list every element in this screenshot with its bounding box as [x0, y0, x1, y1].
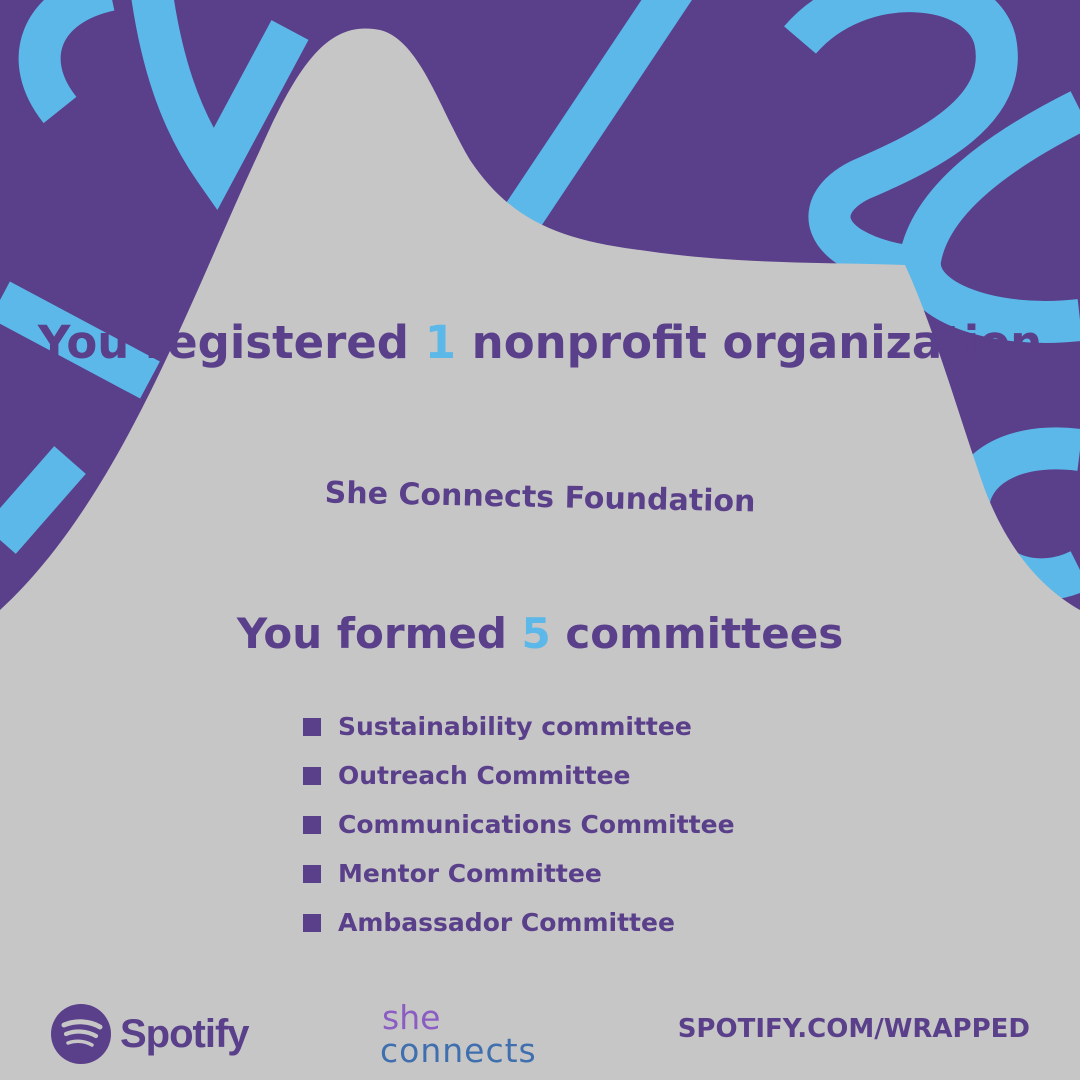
- spotify-logo[interactable]: Spotify: [50, 1003, 250, 1065]
- registered-headline: You registered 1 nonprofit organization: [0, 312, 1080, 373]
- wrapped-card: You registered 1 nonprofit organization …: [0, 0, 1080, 1080]
- registered-suffix: nonprofit organization: [456, 316, 1043, 369]
- committee-list: Sustainability committee Outreach Commit…: [303, 702, 735, 947]
- committee-name: Outreach Committee: [338, 761, 631, 790]
- list-item: Sustainability committee: [303, 702, 735, 751]
- wrapped-url-link[interactable]: SPOTIFY.COM/WRAPPED: [678, 1014, 1030, 1044]
- committees-count: 5: [521, 609, 551, 658]
- committees-headline: You formed 5 committees: [0, 606, 1080, 662]
- list-item: Communications Committee: [303, 800, 735, 849]
- registered-prefix: You registered: [37, 316, 425, 369]
- list-item: Mentor Committee: [303, 849, 735, 898]
- list-item: Ambassador Committee: [303, 898, 735, 947]
- square-bullet-icon: [303, 717, 321, 736]
- square-bullet-icon: [303, 913, 321, 932]
- square-bullet-icon: [303, 864, 321, 883]
- committee-name: Mentor Committee: [338, 859, 602, 888]
- committees-prefix: You formed: [236, 609, 522, 658]
- list-item: Outreach Committee: [303, 751, 735, 800]
- committee-name: Communications Committee: [338, 810, 735, 839]
- square-bullet-icon: [303, 815, 321, 834]
- spotify-logo-icon: [51, 1004, 111, 1064]
- committee-name: Sustainability committee: [338, 712, 692, 741]
- committee-name: Ambassador Committee: [338, 908, 675, 937]
- committees-suffix: committees: [550, 609, 844, 658]
- logo-line-connects: connects: [380, 1031, 537, 1070]
- registered-count: 1: [424, 316, 457, 369]
- square-bullet-icon: [303, 766, 321, 785]
- spotify-wordmark: Spotify: [120, 1011, 250, 1056]
- she-connects-logo: she connects: [380, 1000, 590, 1076]
